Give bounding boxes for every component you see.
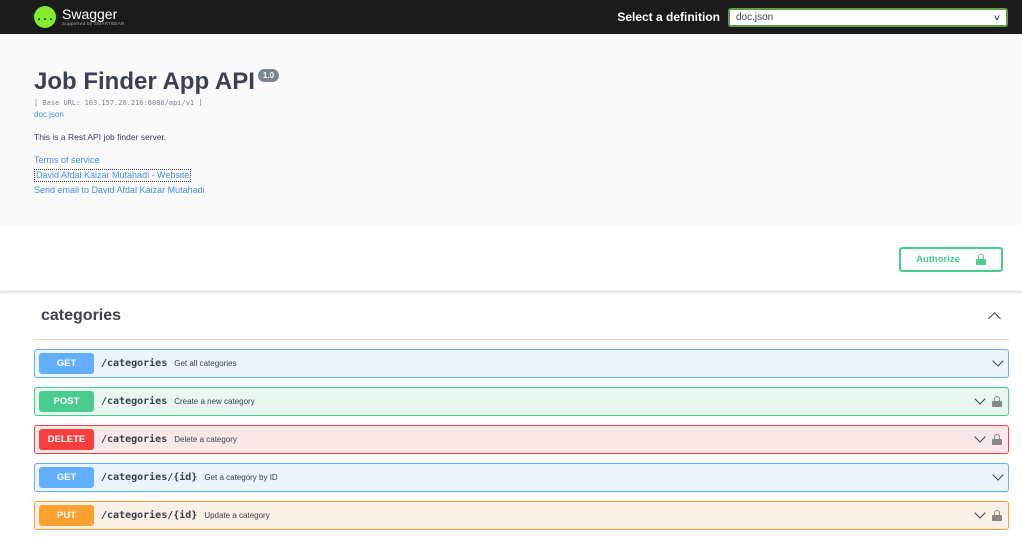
chevron-down-icon[interactable] xyxy=(974,431,986,443)
method-badge: GET xyxy=(39,353,94,374)
terms-of-service-link[interactable]: Terms of service xyxy=(34,155,988,166)
lock-icon xyxy=(975,254,986,265)
chevron-down-icon[interactable] xyxy=(992,355,1004,367)
title-row: Job Finder App API 1.0 xyxy=(34,68,988,96)
operation-controls xyxy=(974,502,1002,529)
operation-path: /categories/{id} xyxy=(101,510,198,521)
operation-get-categories[interactable]: GET /categories Get all categories xyxy=(34,349,1009,378)
operation-path: /categories xyxy=(101,358,168,369)
operation-summary: Delete a category xyxy=(174,435,237,444)
authorize-button[interactable]: Authorize xyxy=(899,247,1003,272)
email-link[interactable]: Send email to David Afdal Kaizar Mutahad… xyxy=(34,185,988,196)
operation-path: /categories xyxy=(101,434,168,445)
chevron-down-icon[interactable] xyxy=(992,469,1004,481)
chevron-down-icon[interactable] xyxy=(974,393,986,405)
operation-put-category[interactable]: PUT /categories/{id} Update a category xyxy=(34,501,1009,530)
tag-name: categories xyxy=(41,307,122,324)
lock-icon[interactable] xyxy=(992,434,1002,445)
chevron-down-icon: ∨ xyxy=(992,12,1002,22)
tag-header-categories[interactable]: categories xyxy=(34,293,1009,340)
topbar: {...} Swagger Supported by SMARTBEAR Sel… xyxy=(0,0,1022,34)
definition-select-value: doc.json xyxy=(736,11,774,23)
operation-controls xyxy=(974,426,1002,453)
api-description: This is a Rest API job finder server. xyxy=(34,132,167,142)
operation-delete-categories[interactable]: DELETE /categories Delete a category xyxy=(34,425,1009,454)
method-badge: PUT xyxy=(39,505,94,526)
method-badge: POST xyxy=(39,391,94,412)
info-links: Terms of service David Afdal Kaizar Muta… xyxy=(34,155,988,196)
method-badge: GET xyxy=(39,467,94,488)
operation-post-categories[interactable]: POST /categories Create a new category xyxy=(34,387,1009,416)
operation-controls xyxy=(992,464,1004,491)
definition-select[interactable]: doc.json ∨ xyxy=(728,7,1008,27)
website-link[interactable]: David Afdal Kaizar Mutahadi - Website xyxy=(34,169,192,182)
swagger-logo-icon: {...} xyxy=(30,6,60,28)
page-title: Job Finder App API xyxy=(34,68,255,95)
operation-controls xyxy=(992,350,1004,377)
chevron-down-icon[interactable] xyxy=(974,507,986,519)
operation-summary: Create a new category xyxy=(174,397,255,406)
definition-select-label: Select a definition xyxy=(617,10,720,24)
doc-json-link[interactable]: doc.json xyxy=(34,110,988,119)
operation-summary: Get a category by ID xyxy=(204,473,278,482)
operation-summary: Get all categories xyxy=(174,359,237,368)
scheme-container: Authorize xyxy=(0,226,1022,292)
operation-controls xyxy=(974,388,1002,415)
definition-selector: Select a definition doc.json ∨ xyxy=(617,7,1008,27)
operations-section: categories GET /categories Get all categ… xyxy=(0,293,1022,530)
operation-get-category-by-id[interactable]: GET /categories/{id} Get a category by I… xyxy=(34,463,1009,492)
version-badge: 1.0 xyxy=(257,69,280,82)
logo-title: Swagger xyxy=(62,6,118,23)
operation-path: /categories xyxy=(101,396,168,407)
operation-summary: Update a category xyxy=(204,511,270,520)
logo-text: Swagger Supported by SMARTBEAR xyxy=(62,7,125,27)
logo-subtitle: Supported by SMARTBEAR xyxy=(62,21,125,27)
operation-path: /categories/{id} xyxy=(101,472,198,483)
api-info: Job Finder App API 1.0 [ Base URL: 103.1… xyxy=(0,34,1022,226)
method-badge: DELETE xyxy=(39,429,94,450)
lock-icon[interactable] xyxy=(992,396,1002,407)
base-url: [ Base URL: 103.157.26.216:8080/api/v1 ] xyxy=(34,99,203,107)
lock-icon[interactable] xyxy=(992,510,1002,521)
chevron-up-icon[interactable] xyxy=(988,312,1001,325)
swagger-logo[interactable]: {...} Swagger Supported by SMARTBEAR xyxy=(30,6,125,28)
authorize-label: Authorize xyxy=(916,254,960,265)
